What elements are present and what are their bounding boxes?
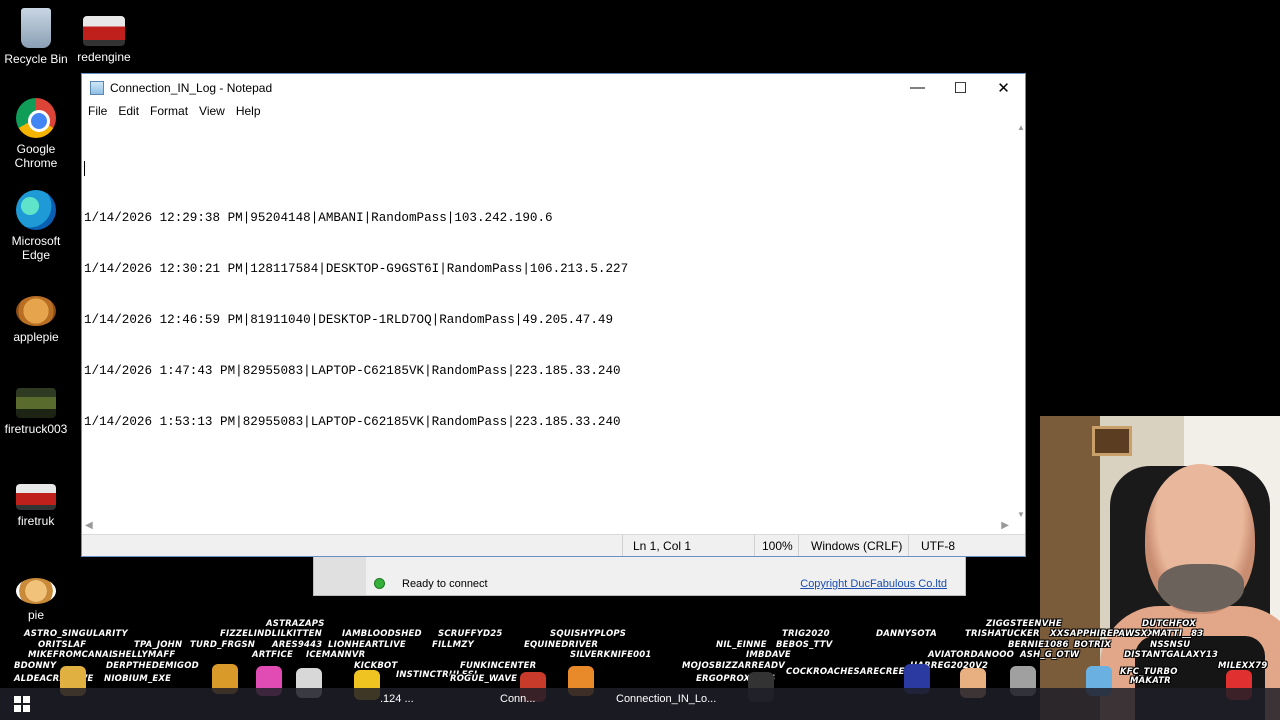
viewer-name: AVIATORDANOOO — [928, 650, 1015, 660]
viewer-name: MATTI__83 — [1152, 629, 1204, 639]
viewer-name: ASTRO_SINGULARITY — [24, 629, 128, 639]
viewer-name: TRISHATUCKER — [965, 629, 1040, 639]
scroll-down-icon[interactable]: ▼ — [1017, 510, 1025, 519]
status-encoding: UTF-8 — [908, 535, 1025, 556]
desktop-icon-recycle-bin[interactable]: Recycle Bin — [0, 8, 72, 66]
desktop-icon-microsoft-edge[interactable]: Microsoft Edge — [0, 190, 72, 262]
status-line-ending: Windows (CRLF) — [798, 535, 908, 556]
viewer-name: SCRUFFYD25 — [438, 629, 503, 639]
person-beard — [1158, 564, 1244, 612]
viewer-name: SQUISHYPLOPS — [550, 629, 627, 639]
minimize-button[interactable]: — — [896, 74, 939, 101]
viewer-name: LIONHEARTLIVE — [328, 640, 406, 650]
text-editor-area[interactable]: 1/14/2026 12:29:38 PM|95204148|AMBANI|Ra… — [82, 121, 1017, 521]
viewer-name: DUTCHFOX — [1142, 619, 1196, 629]
desktop-icon-firetruk[interactable]: firetruk — [0, 484, 72, 528]
copyright-link[interactable]: Copyright DucFabulous Co.ltd — [800, 578, 947, 590]
viewer-name: MIKEFROMCANADA — [28, 650, 123, 660]
desktop-icon-firetruck003[interactable]: firetruck003 — [0, 388, 72, 436]
viewer-name: NIL_EINNE — [716, 640, 767, 650]
windows-start-icon[interactable] — [14, 696, 30, 712]
horizontal-scrollbar[interactable]: ◀ ▶ — [82, 520, 1009, 534]
status-zoom: 100% — [754, 535, 798, 556]
desktop-icon-google-chrome[interactable]: Google Chrome — [0, 98, 72, 170]
viewer-name: EQUINEDRIVER — [524, 640, 599, 650]
menu-edit[interactable]: Edit — [114, 104, 146, 118]
maximize-button[interactable]: ☐ — [939, 74, 982, 101]
desktop-icon-label: Google Chrome — [14, 142, 58, 170]
menu-file[interactable]: File — [84, 104, 114, 118]
viewer-name: DISTANTGALAXY13 — [1124, 650, 1219, 660]
desktop-icon-redengine[interactable]: redengine — [68, 16, 140, 64]
viewer-name: BOTRIX — [1074, 640, 1111, 650]
desktop-icon-label: firetruck003 — [4, 422, 68, 436]
edge-icon — [16, 190, 56, 230]
viewer-name: DANNYSOTA — [876, 629, 937, 639]
notepad-window[interactable]: Connection_IN_Log - Notepad — ☐ ✕ File E… — [81, 73, 1026, 557]
vertical-scrollbar[interactable]: ▲ ▼ — [1017, 121, 1025, 521]
status-indicator-icon — [374, 578, 385, 589]
viewer-name: TRIG2020 — [782, 629, 830, 639]
taskbar-item[interactable]: .124 ... — [380, 693, 414, 705]
log-line: 1/14/2026 12:29:38 PM|95204148|AMBANI|Ra… — [84, 211, 553, 225]
scroll-right-icon[interactable]: ▶ — [1001, 520, 1009, 531]
viewer-name: ICEMANNVR — [306, 650, 366, 660]
viewer-name: NSSNSU — [1150, 640, 1191, 650]
viewer-name: SHELLYMAFF — [112, 650, 176, 660]
taskbar-item[interactable]: Conn... — [500, 693, 535, 705]
log-line: 1/14/2026 1:53:13 PM|82955083|LAPTOP-C62… — [84, 415, 621, 429]
notepad-icon — [90, 80, 104, 95]
panel-sidebar-strip — [314, 557, 366, 595]
scroll-left-icon[interactable]: ◀ — [85, 520, 93, 531]
menu-help[interactable]: Help — [232, 104, 268, 118]
viewer-name: IMBDAVE — [746, 650, 791, 660]
viewer-name: FIZZELINDLILKITTEN — [220, 629, 322, 639]
window-title: Connection_IN_Log - Notepad — [110, 80, 273, 95]
chrome-icon — [16, 98, 56, 138]
viewer-name: IAMBLOODSHED — [342, 629, 422, 639]
viewer-name: TURD_FRGSN — [190, 640, 256, 650]
firetruck-image-icon — [16, 484, 56, 510]
viewer-name: ARTFICE — [252, 650, 293, 660]
pie-image-icon — [16, 578, 56, 604]
scroll-up-icon[interactable]: ▲ — [1017, 123, 1025, 132]
viewer-name: ZIGGSTEENVHE — [986, 619, 1062, 629]
viewer-name: BERNIE1086 — [1008, 640, 1069, 650]
desktop-icon-label: applepie — [13, 330, 59, 344]
menu-view[interactable]: View — [195, 104, 232, 118]
red-truck-image-icon — [83, 16, 125, 46]
viewer-name: ARES9443 — [272, 640, 323, 650]
connection-status-text: Ready to connect — [402, 578, 488, 590]
log-line: 1/14/2026 12:46:59 PM|81911040|DESKTOP-1… — [84, 313, 614, 327]
viewer-name: TPA_JOHN — [134, 640, 183, 650]
recycle-bin-icon — [21, 8, 51, 48]
desktop-icon-applepie[interactable]: applepie — [0, 296, 72, 344]
status-cursor-position: Ln 1, Col 1 — [622, 535, 754, 556]
picture-frame — [1092, 426, 1132, 456]
log-line: 1/14/2026 12:30:21 PM|128117584|DESKTOP-… — [84, 262, 629, 276]
desktop-icon-label: firetruk — [17, 514, 55, 528]
taskbar-item-notepad[interactable]: Connection_IN_Lo... — [616, 693, 716, 705]
viewer-name: XXSAPPHIREPAWSXX — [1050, 629, 1155, 639]
text-caret — [84, 161, 85, 176]
firetruck-image-icon — [16, 388, 56, 418]
apple-pie-image-icon — [16, 296, 56, 326]
desktop-icon-label: Recycle Bin — [4, 52, 68, 66]
menu-bar: File Edit Format View Help — [82, 101, 1025, 121]
log-line: 1/14/2026 1:47:43 PM|82955083|LAPTOP-C62… — [84, 364, 621, 378]
taskbar: .124 ... Conn... Connection_IN_Lo... — [0, 688, 1280, 720]
viewer-name: ASH_G_OTW — [1020, 650, 1080, 660]
status-bar: Ln 1, Col 1 100% Windows (CRLF) UTF-8 — [82, 534, 1025, 556]
desktop-icon-label: Microsoft Edge — [11, 234, 61, 262]
desktop-icon-label: redengine — [77, 50, 131, 64]
notepad-titlebar[interactable]: Connection_IN_Log - Notepad — ☐ ✕ — [82, 74, 1025, 101]
menu-format[interactable]: Format — [146, 104, 195, 118]
viewer-name: ASTRAZAPS — [266, 619, 325, 629]
viewer-name: SILVERKNIFE001 — [570, 650, 652, 660]
viewer-name: ORITSLAF — [38, 640, 87, 650]
viewer-name: BEBOS_TTV — [776, 640, 833, 650]
viewer-name: FILLMZY — [432, 640, 474, 650]
connection-app-panel: Ready to connect Copyright DucFabulous C… — [313, 556, 966, 596]
close-button[interactable]: ✕ — [982, 74, 1025, 101]
